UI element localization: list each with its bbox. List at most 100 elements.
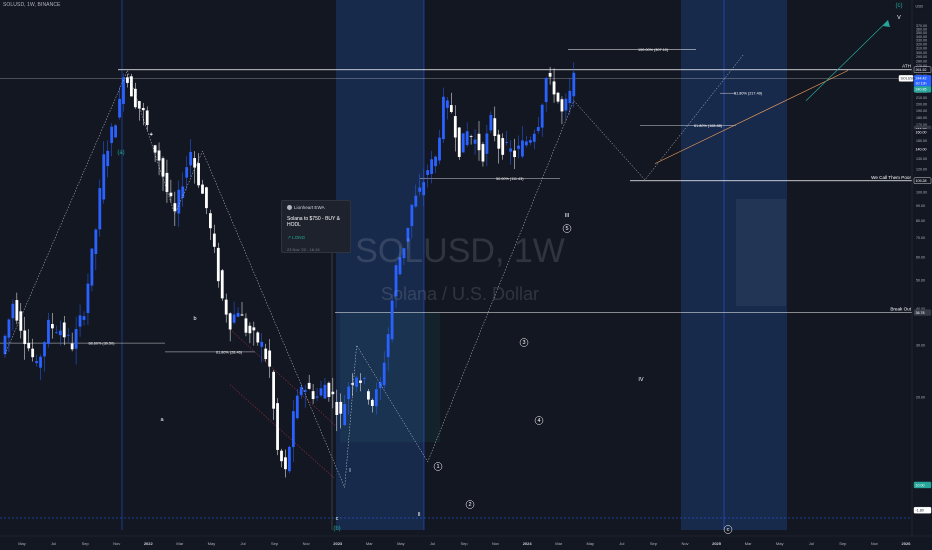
price-chart[interactable]: ATH We Call Them Poor Break Out 100.00% (30…: [0, 0, 932, 550]
candle-body: [47, 319, 50, 344]
candle-body: [572, 72, 576, 97]
wave-label-6: II: [417, 512, 421, 518]
candle-body: [11, 303, 15, 319]
level-label-6: 50.00% (111.43): [496, 177, 524, 181]
candle-body: [430, 159, 433, 174]
wave-label-10: 4: [537, 418, 540, 424]
candle-body: [469, 136, 473, 137]
price-tag-label-11: -1.80: [916, 509, 924, 513]
candle-body: [62, 322, 66, 338]
candle-body: [295, 395, 299, 419]
candle-body: [473, 139, 477, 144]
candle-body: [410, 204, 414, 227]
y-tick-label-31: 60.00: [916, 256, 925, 260]
level-label-5: 61.80% (168.88): [694, 124, 723, 128]
candle-body: [212, 233, 216, 247]
candle-body: [102, 154, 106, 200]
candle-body: [493, 118, 497, 136]
level-label-7: 88.60% (30.50): [89, 342, 116, 346]
candle-body: [252, 327, 256, 331]
x-tick-label-16: 2024: [523, 541, 533, 546]
candle-body: [185, 167, 189, 178]
candle-body: [232, 314, 236, 323]
price-tag-label-3: 3d 13h: [916, 82, 927, 86]
price-tag-label-7: 140.00: [916, 148, 927, 152]
candle-body: [268, 350, 272, 367]
candle-body: [339, 401, 343, 414]
candle-body: [31, 348, 35, 358]
candle-body: [58, 330, 62, 336]
candle-body: [461, 133, 465, 153]
y-tick-label-19: 180.00: [916, 116, 927, 120]
candle-body: [141, 107, 145, 111]
candle-body: [319, 388, 323, 396]
price-tag-label-4: 240.85: [916, 88, 927, 92]
candle-body: [505, 142, 509, 143]
candle-body: [457, 127, 461, 157]
candle-body: [501, 138, 505, 155]
candle-body: [54, 332, 58, 334]
candle-body: [157, 150, 161, 161]
idea-card[interactable]: Lionheart EWA Solana to $750 - BUY & HOD…: [281, 200, 351, 253]
candle-body: [260, 341, 264, 347]
candle-body: [532, 133, 536, 142]
x-tick-label-18: May: [587, 541, 595, 546]
wave-label-9: 3: [522, 340, 525, 346]
price-tag-label-12: USD: [916, 4, 924, 8]
y-tick-label-8: 290.00: [916, 55, 927, 59]
candle-body: [556, 92, 560, 102]
candle-body: [374, 389, 378, 407]
candle-body: [106, 150, 110, 167]
x-tick-label-22: 2025: [712, 541, 722, 546]
x-tick-label-5: Mar: [176, 541, 184, 546]
candle-body: [307, 382, 311, 389]
projection-arrow-line: [805, 20, 889, 101]
y-tick-label-9: 280.00: [916, 60, 927, 64]
candle-body: [284, 457, 287, 470]
candle-body: [19, 311, 23, 331]
candle-body: [197, 163, 200, 186]
level-label-1: We Call Them Poor: [871, 175, 911, 180]
candle-body: [110, 126, 114, 144]
candle-body: [244, 318, 248, 333]
candle-body: [489, 114, 493, 131]
candle-body: [228, 313, 232, 330]
candle-body: [540, 104, 544, 128]
candle-body: [359, 380, 362, 383]
candle-body: [331, 391, 335, 395]
breakout-zone: [340, 312, 440, 443]
watermark-symbol: SOLUSD, 1W: [355, 232, 565, 270]
candle-body: [98, 188, 102, 230]
candle-body: [51, 324, 54, 329]
candle-body: [422, 182, 426, 196]
candle-body: [509, 148, 512, 152]
wave-label-16: c: [727, 527, 730, 533]
price-tag-label-10: 10.00: [916, 483, 925, 487]
candle-body: [3, 335, 7, 355]
candle-body: [477, 133, 481, 151]
candle-body: [82, 316, 86, 320]
x-tick-label-21: Nov: [681, 541, 688, 546]
chart-area[interactable]: ATH We Call Them Poor Break Out 100.00% (30…: [0, 0, 932, 550]
candle-body: [453, 116, 457, 138]
candle-body: [15, 300, 19, 321]
idea-date: 23 Nov '22 - 16:15: [287, 247, 320, 252]
candle-body: [426, 170, 430, 175]
candle-body: [193, 158, 196, 168]
price-tag-label-0: 261.52: [916, 68, 927, 72]
candle-body: [370, 400, 374, 406]
candle-body: [390, 300, 394, 340]
projection-arrowhead-icon: [883, 20, 890, 27]
channel-upper: [229, 329, 336, 426]
candle-body: [517, 145, 520, 149]
candle-body: [351, 383, 354, 385]
candle-body: [220, 270, 224, 299]
candle-body: [560, 99, 564, 112]
candle-body: [66, 334, 70, 336]
candle-body: [521, 140, 524, 157]
level-label-0: ATH: [902, 64, 911, 69]
candle-body: [323, 384, 327, 399]
candle-body: [90, 248, 94, 286]
candle-body: [525, 141, 528, 146]
candle-body: [299, 387, 303, 396]
